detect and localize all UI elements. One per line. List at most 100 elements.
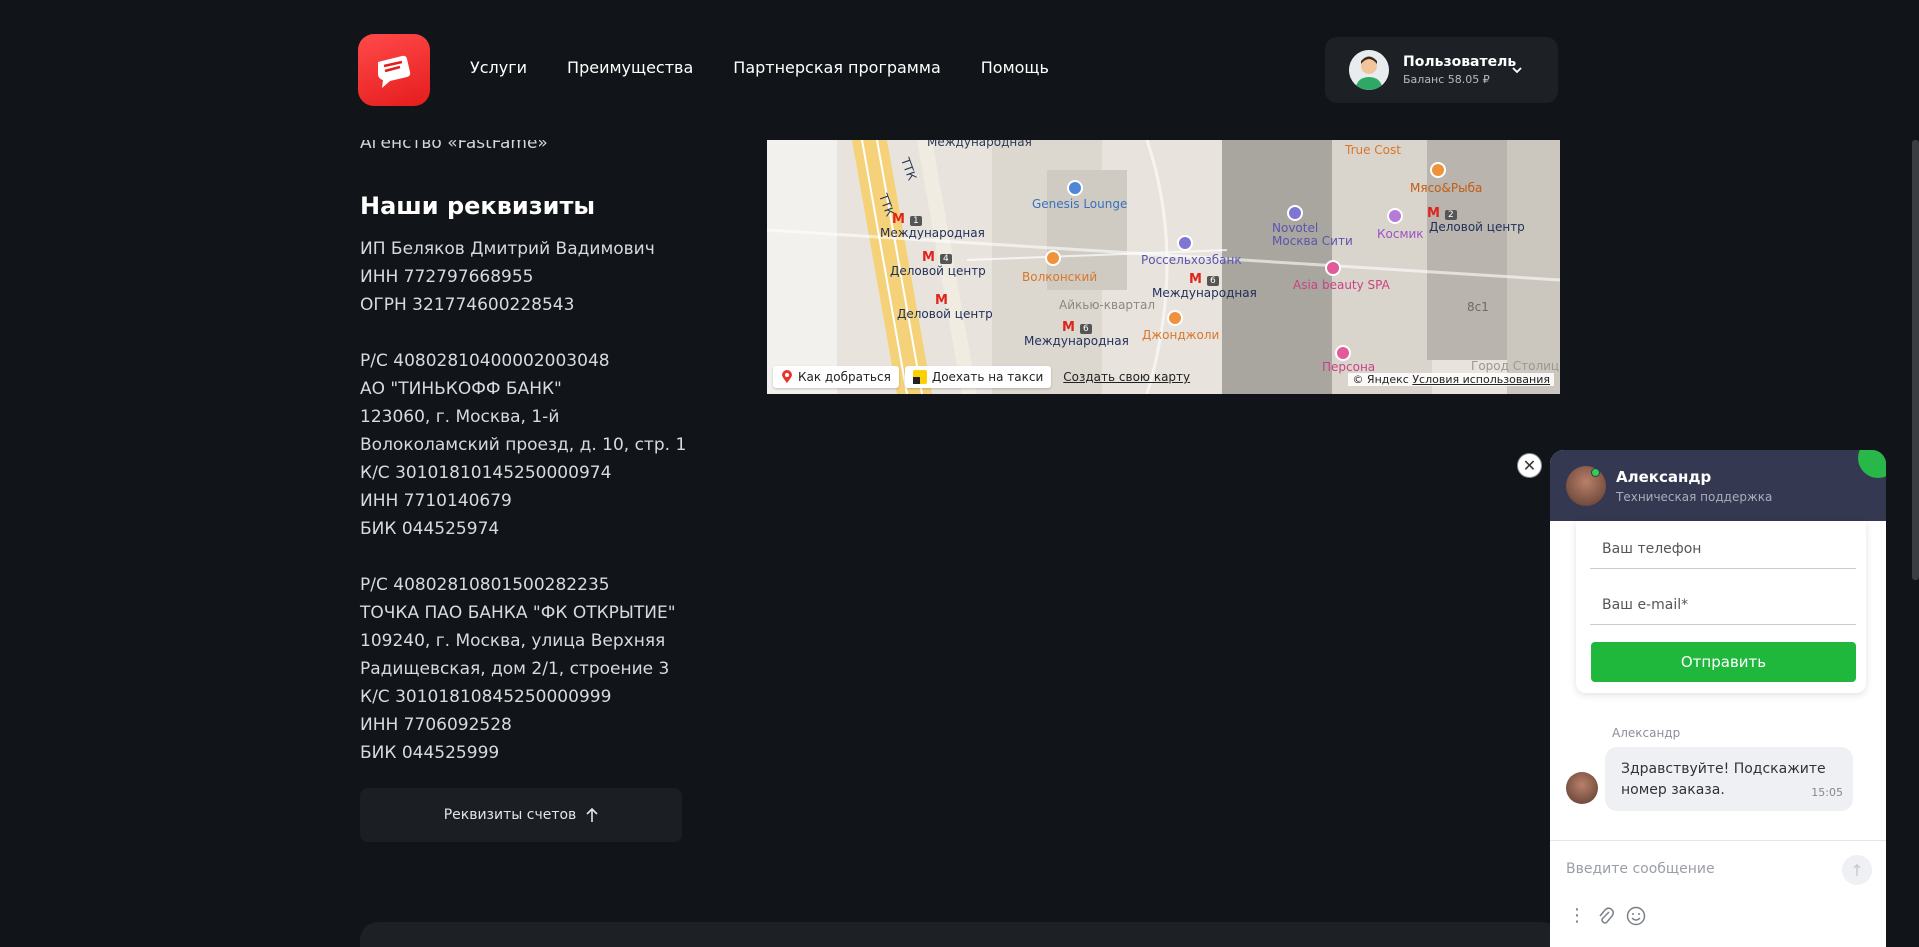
map-label: Genesis Lounge: [1032, 197, 1128, 211]
message-text: Здравствуйте! Подскажите номер заказа.: [1621, 761, 1826, 798]
map-label: Asia beauty SPA: [1293, 278, 1390, 292]
user-avatar: [1349, 50, 1389, 90]
user-name: Пользователь: [1403, 54, 1517, 70]
taxi-icon: [912, 370, 927, 384]
chat-widget: Александр Техническая поддержка Ваш теле…: [1550, 450, 1886, 947]
terms-link[interactable]: Условия использования: [1412, 373, 1550, 386]
map-label: True Cost: [1345, 143, 1401, 157]
metro-label: М1: [892, 212, 922, 227]
metro-label-delovoy: Деловой центр: [897, 307, 993, 321]
metro-label-mezhdunarodnaya: Международная: [880, 226, 985, 240]
map-label: Международная: [927, 140, 1032, 149]
requisite-gap: [360, 543, 710, 571]
map-label: Айкью-квартал: [1059, 298, 1156, 312]
poi-icon: [1167, 310, 1183, 326]
message-time: 15:05: [1811, 786, 1843, 799]
metro-label-mezhdunarodnaya: Международная: [1152, 286, 1257, 300]
map-copyright: © Яндекс Условия использования: [1348, 373, 1554, 386]
requisite-line: АО "ТИНЬКОФФ БАНК": [360, 379, 562, 399]
message-author: Александр: [1612, 726, 1681, 740]
form-send-button[interactable]: Отправить: [1591, 642, 1856, 682]
requisite-line: ИП Беляков Дмитрий Вадимович: [360, 239, 655, 259]
requisites-button-label: Реквизиты счетов: [443, 807, 577, 823]
create-map-link[interactable]: Создать свою карту: [1063, 370, 1190, 384]
requisite-line: Радищевская, дом 2/1, строение 3: [360, 659, 670, 679]
map-label: Волконский: [1022, 270, 1098, 284]
chat-toolbar: ⋮: [1568, 905, 1646, 926]
requisite-line: ТОЧКА ПАО БАНКА "ФК ОТКРЫТИЕ": [360, 603, 676, 623]
metro-label-delovoy: Деловой центр: [890, 264, 986, 278]
taxi-button[interactable]: Доехать на такси: [904, 366, 1052, 388]
poi-icon: [1177, 235, 1193, 251]
brand-corner-badge: [1858, 450, 1886, 478]
chat-header: Александр Техническая поддержка: [1550, 450, 1886, 521]
close-icon: ✕: [1522, 456, 1537, 475]
map-label: Джонджоли: [1142, 328, 1220, 342]
attach-icon[interactable]: [1598, 906, 1614, 925]
requisite-line: К/С 30101810145250000974: [360, 463, 612, 483]
requisites-button[interactable]: Реквизиты счетов: [360, 788, 682, 842]
chat-close-button[interactable]: ✕: [1517, 453, 1542, 478]
scrollbar[interactable]: [1912, 140, 1919, 580]
agent-name: Александр: [1616, 467, 1712, 486]
message-avatar: [1566, 772, 1598, 804]
message-bubble: Здравствуйте! Подскажите номер заказа. 1…: [1605, 747, 1853, 811]
map-label: 8с1: [1467, 300, 1489, 314]
send-message-button[interactable]: ↑: [1842, 855, 1872, 885]
poi-icon: [1325, 260, 1341, 276]
main-nav: Услуги Преимущества Партнерская программ…: [470, 58, 1049, 77]
map-label: Россельхозбанк: [1141, 253, 1242, 267]
yandex-map[interactable]: Международная ТТК ТТК М1 Международная М…: [767, 140, 1560, 394]
nav-services[interactable]: Услуги: [470, 58, 527, 77]
online-status-icon: [1591, 467, 1600, 477]
contact-form: Ваш телефон Ваш e-mail* Отправить: [1576, 521, 1866, 693]
requisite-line: ИНН 772797668955: [360, 267, 534, 287]
poi-icon: [1287, 205, 1303, 221]
page: Услуги Преимущества Партнерская программ…: [0, 0, 1919, 947]
map-label: Мясо&Рыба: [1410, 181, 1483, 195]
requisite-line: К/С 30101810845250000999: [360, 687, 612, 707]
metro-label-delovoy: Деловой центр: [1429, 220, 1525, 234]
logo-icon: [378, 55, 411, 88]
user-balance: Баланс 58.05 ₽: [1403, 73, 1490, 86]
agent-avatar: [1566, 465, 1606, 506]
requisite-line: ОГРН 321774600228543: [360, 295, 575, 315]
requisite-line: БИК 044525974: [360, 519, 500, 539]
map-label: Космик: [1377, 227, 1424, 241]
metro-label-mezhdunarodnaya: Международная: [1024, 334, 1129, 348]
site-logo[interactable]: [358, 34, 430, 106]
requisite-line: ИНН 7706092528: [360, 715, 512, 735]
chat-input-row: Введите сообщение ↑: [1550, 840, 1886, 900]
site-header: Услуги Преимущества Партнерская программ…: [0, 0, 1919, 140]
more-vertical-icon[interactable]: ⋮: [1568, 905, 1586, 926]
requisite-line: Р/С 40802810400002003048: [360, 351, 610, 371]
requisite-line: Волоколамский проезд, д. 10, стр. 1: [360, 435, 687, 455]
poi-icon: [1045, 250, 1061, 266]
requisite-gap: [360, 319, 710, 347]
requisite-line: 123060, г. Москва, 1-й: [360, 407, 560, 427]
metro-label: М2: [1427, 206, 1457, 221]
emoji-icon[interactable]: [1626, 906, 1646, 926]
phone-field[interactable]: Ваш телефон: [1590, 529, 1856, 569]
user-menu[interactable]: Пользователь Баланс 58.05 ₽: [1325, 37, 1558, 103]
agent-role: Техническая поддержка: [1616, 489, 1773, 504]
nav-help[interactable]: Помощь: [981, 58, 1049, 77]
metro-label: М4: [922, 250, 952, 265]
route-button[interactable]: Как добраться: [773, 366, 899, 388]
email-field[interactable]: Ваш e-mail*: [1590, 585, 1856, 625]
nav-advantages[interactable]: Преимущества: [567, 58, 693, 77]
map-label: Novotel Москва Сити: [1272, 221, 1353, 248]
message-input[interactable]: Введите сообщение: [1566, 861, 1715, 877]
metro-label: М6: [1062, 320, 1092, 335]
poi-icon: [1387, 208, 1403, 224]
bottom-banner: [360, 922, 1560, 947]
nav-partner-program[interactable]: Партнерская программа: [733, 58, 940, 77]
poi-icon: [1067, 180, 1083, 196]
map-controls: Как добраться Доехать на такси Создать с…: [773, 366, 1190, 388]
chevron-down-icon: [1512, 67, 1522, 74]
metro-label: М6: [1189, 272, 1219, 287]
requisite-line: 109240, г. Москва, улица Верхняя: [360, 631, 666, 651]
requisites-list: ИП Беляков Дмитрий Вадимович ИНН 7727976…: [360, 235, 710, 767]
requisite-line: ИНН 7710140679: [360, 491, 512, 511]
route-button-label: Как добраться: [798, 370, 891, 384]
